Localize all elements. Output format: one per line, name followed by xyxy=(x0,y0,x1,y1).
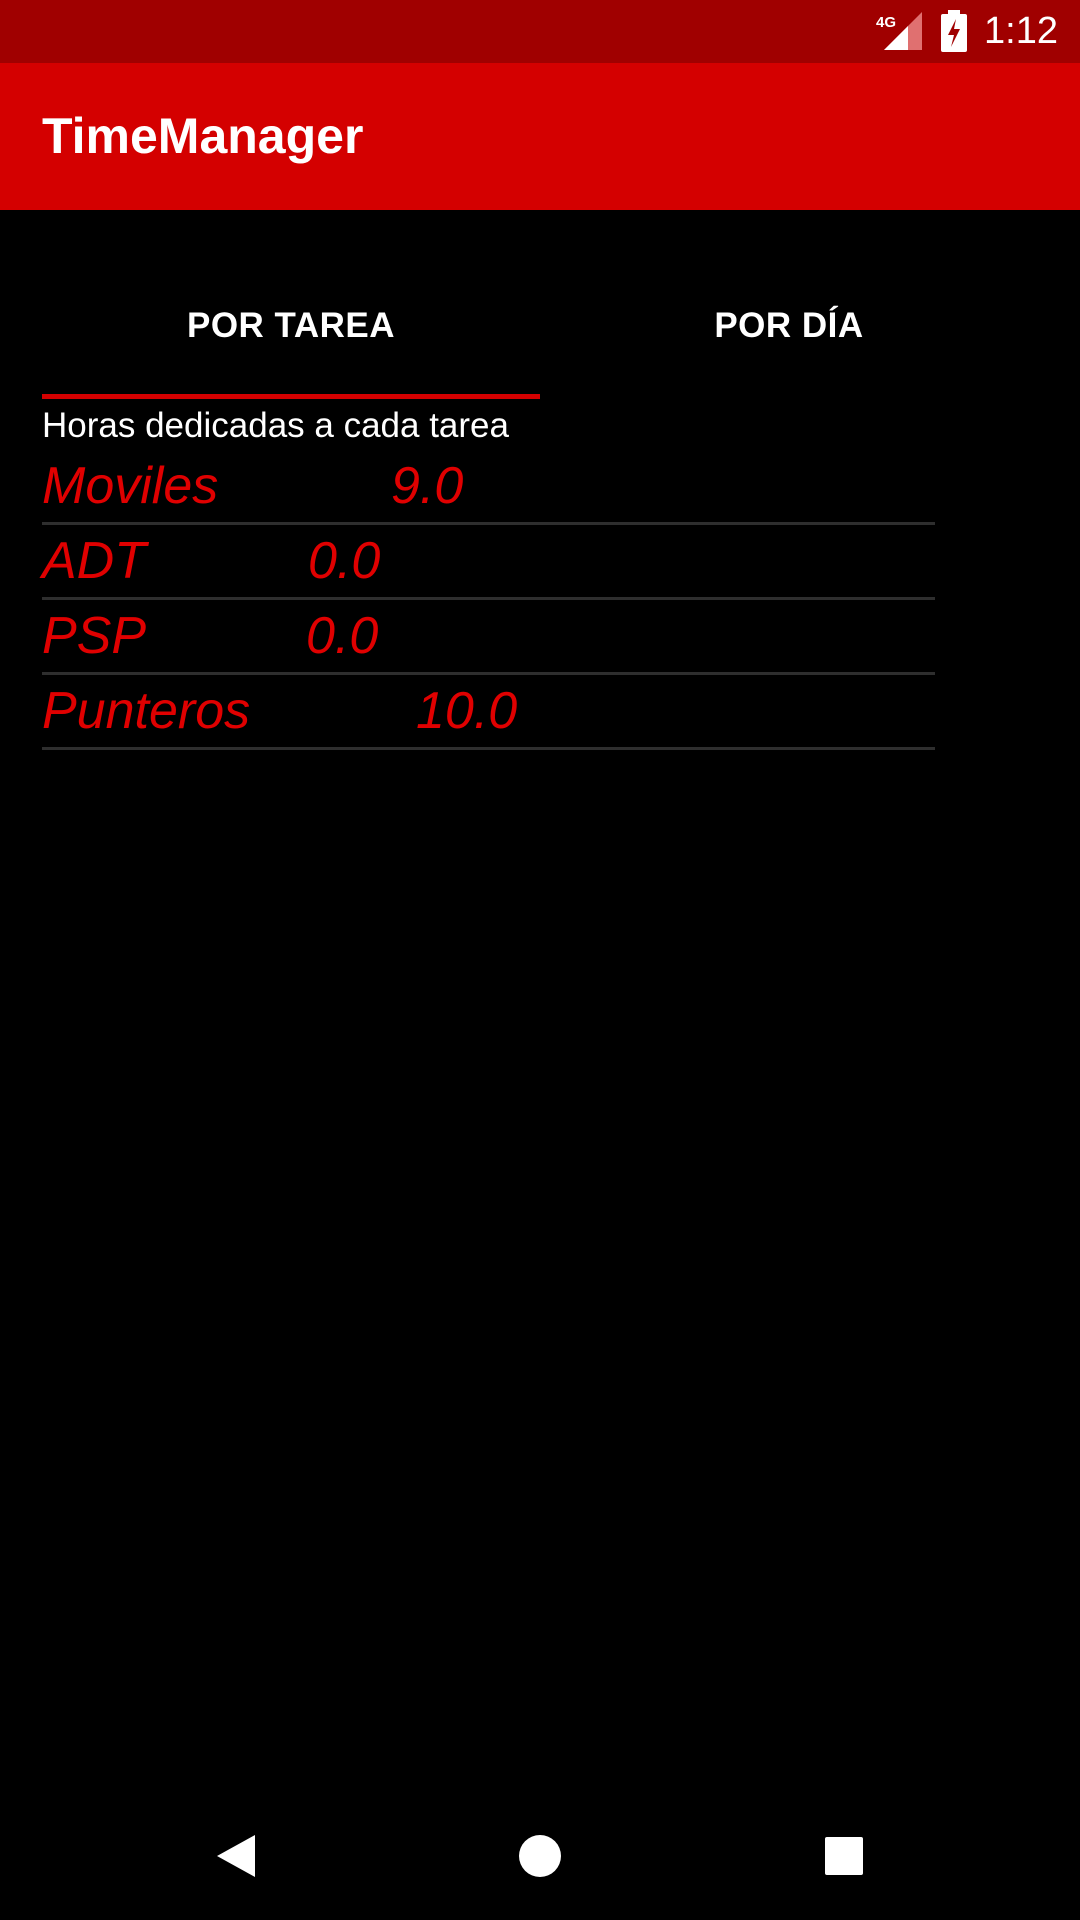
status-bar: 4G 1:12 xyxy=(0,0,1080,63)
tab-indicator xyxy=(42,394,540,399)
tab-label: POR DÍA xyxy=(714,306,864,345)
task-hours: 10.0 xyxy=(416,682,518,740)
recents-button[interactable] xyxy=(802,1814,886,1898)
list-item[interactable]: PSP 0.0 xyxy=(42,600,935,675)
section-subtitle: Horas dedicadas a cada tarea xyxy=(42,406,509,445)
home-button[interactable] xyxy=(498,1814,582,1898)
home-icon xyxy=(519,1835,561,1877)
list-item[interactable]: Moviles 9.0 xyxy=(42,450,935,525)
list-item[interactable]: Punteros 10.0 xyxy=(42,675,935,750)
back-button[interactable] xyxy=(194,1814,278,1898)
recents-icon xyxy=(825,1837,863,1875)
network-signal-icon: 4G xyxy=(876,12,922,50)
task-name: Punteros xyxy=(42,682,251,740)
app-bar: TimeManager xyxy=(0,63,1080,210)
task-name: ADT xyxy=(42,532,146,590)
battery-charging-icon xyxy=(941,10,967,52)
task-name: Moviles xyxy=(42,457,219,515)
list-item[interactable]: ADT 0.0 xyxy=(42,525,935,600)
navigation-bar xyxy=(0,1794,1080,1920)
back-icon xyxy=(217,1835,255,1877)
task-hours: 9.0 xyxy=(391,457,464,515)
task-name: PSP xyxy=(42,607,147,665)
task-list: Moviles 9.0 ADT 0.0 PSP 0.0 Punteros 10.… xyxy=(42,450,935,750)
network-type-label: 4G xyxy=(876,14,896,31)
status-time: 1:12 xyxy=(984,10,1058,52)
app-title: TimeManager xyxy=(42,108,364,164)
tab-por-tarea[interactable]: POR TAREA xyxy=(42,252,540,400)
tab-por-dia[interactable]: POR DÍA xyxy=(540,252,1038,400)
task-hours: 0.0 xyxy=(308,532,381,590)
task-hours: 0.0 xyxy=(306,607,379,665)
tab-bar: POR TAREA POR DÍA xyxy=(0,252,1080,400)
tab-label: POR TAREA xyxy=(186,306,396,345)
